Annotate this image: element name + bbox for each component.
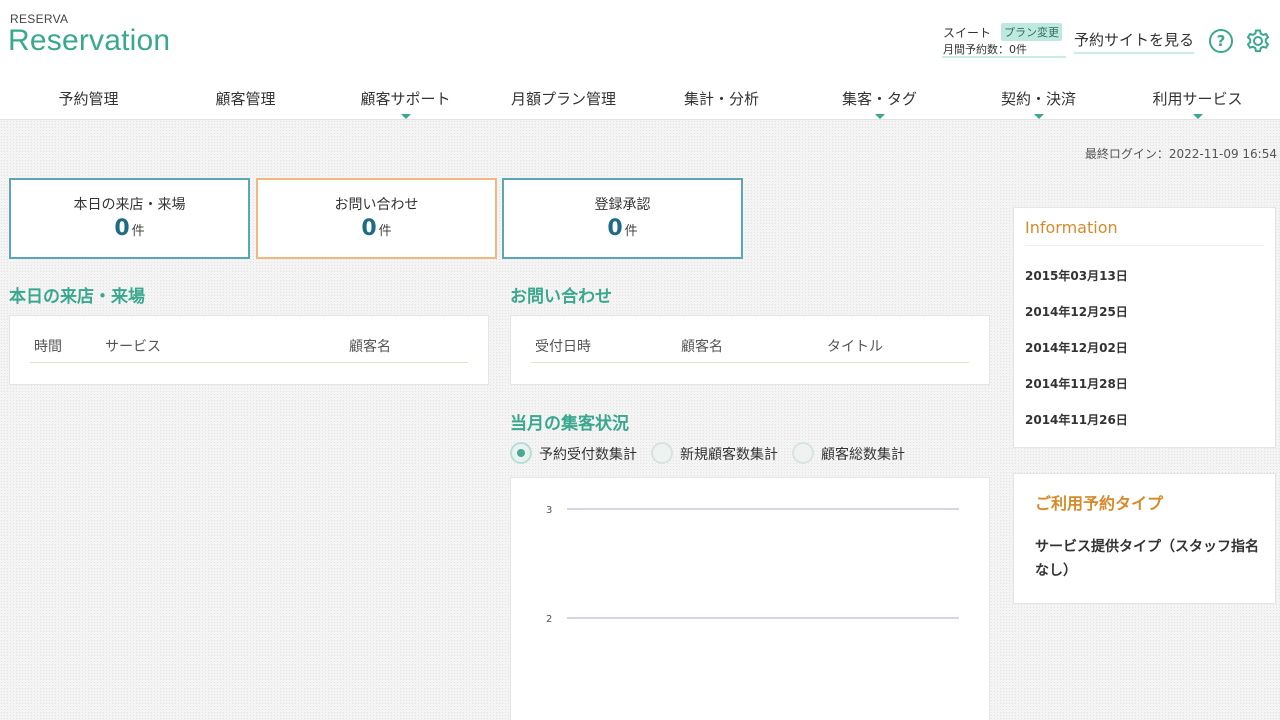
stat-value-row: 0件 bbox=[11, 216, 248, 241]
reservation-type-panel: ご利用予約タイプ サービス提供タイプ（スタッフ指名なし） bbox=[1013, 473, 1276, 604]
stat-label: 本日の来店・来場 bbox=[73, 197, 186, 213]
nav-customer-support[interactable]: 顧客サポート bbox=[327, 88, 484, 119]
radio-reservations[interactable] bbox=[510, 442, 532, 464]
app-header: RESERVA Reservation スイート プラン変更 月間予約数：0件 … bbox=[0, 0, 1280, 120]
radio-new-customers[interactable] bbox=[651, 442, 673, 464]
y-tick-label: 2 bbox=[546, 614, 552, 625]
information-title: Information bbox=[1025, 218, 1118, 237]
visits-table: 時間 サービス 顧客名 bbox=[9, 315, 489, 385]
information-divider bbox=[1025, 245, 1264, 246]
nav-contracts-payments[interactable]: 契約・決済 bbox=[960, 88, 1117, 119]
table-header-divider bbox=[30, 362, 468, 363]
nav-services[interactable]: 利用サービス bbox=[1119, 88, 1276, 119]
table-header: 顧客名 bbox=[681, 339, 723, 355]
stat-unit: 件 bbox=[131, 224, 145, 239]
information-item[interactable]: 2014年12月02日 bbox=[1025, 339, 1128, 356]
information-item[interactable]: 2014年12月25日 bbox=[1025, 303, 1128, 320]
plan-change-button[interactable]: プラン変更 bbox=[1001, 23, 1062, 41]
monthly-stats-chart: 32 bbox=[510, 477, 990, 720]
caret-down-icon bbox=[401, 114, 411, 119]
caret-down-icon bbox=[1193, 114, 1203, 119]
table-header: 時間 bbox=[34, 339, 62, 355]
plan-info: スイート プラン変更 月間予約数：0件 bbox=[942, 22, 1068, 58]
nav-monthly-plans[interactable]: 月額プラン管理 bbox=[485, 88, 642, 109]
nav-label: 月額プラン管理 bbox=[510, 90, 616, 108]
radio-label[interactable]: 予約受付数集計 bbox=[539, 444, 637, 464]
reservation-type-title: ご利用予約タイプ bbox=[1035, 494, 1164, 513]
nav-label: 集計・分析 bbox=[683, 90, 759, 108]
nav-analytics[interactable]: 集計・分析 bbox=[643, 88, 800, 109]
chart-svg: 32 bbox=[546, 505, 959, 625]
caret-down-icon bbox=[1034, 114, 1044, 119]
nav-label: 利用サービス bbox=[1152, 90, 1243, 108]
stat-card-inquiries[interactable]: お問い合わせ 0件 bbox=[256, 178, 497, 259]
stat-label: お問い合わせ bbox=[334, 197, 419, 213]
monthly-stats-title: 当月の集客状況 bbox=[510, 414, 629, 434]
nav-label: 集客・タグ bbox=[841, 90, 917, 108]
stat-value-row: 0件 bbox=[504, 216, 741, 241]
stat-value: 0 bbox=[361, 216, 377, 241]
y-tick-label: 3 bbox=[546, 505, 552, 516]
information-item[interactable]: 2014年11月28日 bbox=[1025, 375, 1128, 392]
stat-card-approvals[interactable]: 登録承認 0件 bbox=[502, 178, 743, 259]
table-header: 受付日時 bbox=[535, 339, 591, 355]
last-login: 最終ログイン：2022-11-09 16:54 bbox=[1084, 147, 1277, 161]
caret-down-icon bbox=[875, 114, 885, 119]
nav-label: 顧客サポート bbox=[360, 90, 451, 108]
radio-label[interactable]: 顧客総数集計 bbox=[821, 444, 905, 464]
monthly-reservation-count: 月間予約数：0件 bbox=[943, 43, 1027, 56]
table-header: 顧客名 bbox=[349, 339, 391, 355]
plan-name: スイート bbox=[943, 26, 992, 40]
plan-underline bbox=[942, 56, 1066, 58]
stat-unit: 件 bbox=[624, 224, 638, 239]
gear-icon[interactable] bbox=[1245, 28, 1271, 54]
inquiries-title: お問い合わせ bbox=[510, 287, 612, 307]
stat-value: 0 bbox=[114, 216, 130, 241]
nav-label: 予約管理 bbox=[58, 90, 119, 108]
brand-logo[interactable]: Reservation bbox=[8, 24, 170, 58]
stat-unit: 件 bbox=[378, 224, 392, 239]
inquiries-table: 受付日時 顧客名 タイトル bbox=[510, 315, 990, 385]
information-panel: Information 2015年03月13日 2014年12月25日 2014… bbox=[1013, 207, 1276, 448]
nav-customers[interactable]: 顧客管理 bbox=[167, 88, 324, 109]
nav-reservations[interactable]: 予約管理 bbox=[10, 88, 167, 109]
radio-label[interactable]: 新規顧客数集計 bbox=[680, 444, 778, 464]
table-header: サービス bbox=[105, 339, 161, 355]
reservation-type-value: サービス提供タイプ（スタッフ指名なし） bbox=[1035, 539, 1259, 579]
stat-label: 登録承認 bbox=[594, 197, 651, 213]
nav-label: 顧客管理 bbox=[215, 90, 276, 108]
stat-card-visits[interactable]: 本日の来店・来場 0件 bbox=[9, 178, 250, 259]
visits-title: 本日の来店・来場 bbox=[9, 287, 145, 307]
table-header-divider bbox=[531, 362, 969, 363]
nav-marketing-tags[interactable]: 集客・タグ bbox=[801, 88, 958, 119]
question-circle-icon[interactable]: ? bbox=[1209, 29, 1233, 53]
information-item[interactable]: 2014年11月26日 bbox=[1025, 411, 1128, 428]
stat-value-row: 0件 bbox=[258, 216, 495, 241]
information-item[interactable]: 2015年03月13日 bbox=[1025, 267, 1128, 284]
radio-total-customers[interactable] bbox=[792, 442, 814, 464]
view-reservation-site-link[interactable]: 予約サイトを見る bbox=[1074, 29, 1195, 54]
main-nav: 予約管理 顧客管理 顧客サポート 月額プラン管理 集計・分析 集客・タグ 契約・… bbox=[0, 80, 1280, 120]
table-header: タイトル bbox=[827, 339, 883, 355]
nav-label: 契約・決済 bbox=[1000, 90, 1076, 108]
stat-value: 0 bbox=[607, 216, 623, 241]
